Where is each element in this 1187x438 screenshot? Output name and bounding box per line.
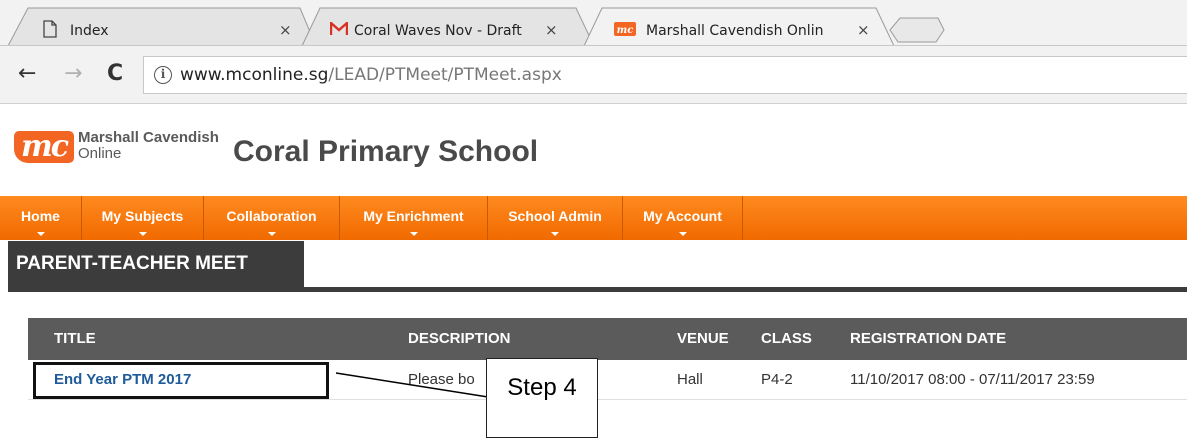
logo-line-1: Marshall Cavendish [78, 129, 219, 146]
ptm-registration-date: 11/10/2017 08:00 - 07/11/2017 23:59 [850, 371, 1095, 388]
close-icon[interactable]: × [857, 21, 870, 39]
section-divider [8, 287, 1187, 292]
nav-label: School Admin [508, 208, 602, 224]
dropdown-arrow-icon [36, 232, 45, 236]
close-icon[interactable]: × [545, 21, 558, 39]
column-header-description[interactable]: DESCRIPTION [408, 318, 511, 360]
info-icon[interactable]: i [154, 66, 172, 84]
forward-arrow-icon[interactable]: → [64, 61, 82, 86]
nav-item-collaboration[interactable]: Collaboration [204, 196, 340, 240]
browser-toolbar: ← → C i www.mconline.sg/LEAD/PTMeet/PTMe… [0, 46, 1187, 104]
dropdown-arrow-icon [138, 232, 147, 236]
close-icon[interactable]: × [279, 21, 292, 39]
browser-tab-strip: Index × Coral Waves Nov - Draft × mc Mar… [0, 0, 1187, 46]
page-title: PARENT-TEACHER MEET [8, 241, 304, 288]
table-header: TITLE DESCRIPTION VENUE CLASS REGISTRATI… [28, 318, 1187, 360]
dropdown-arrow-icon [678, 232, 687, 236]
nav-label: My Enrichment [363, 208, 464, 224]
dropdown-arrow-icon [267, 232, 276, 236]
annotation-step-label: Step 4 [486, 358, 598, 438]
back-arrow-icon[interactable]: ← [18, 61, 36, 86]
mc-logo-mark[interactable]: mc [14, 131, 74, 163]
column-header-venue[interactable]: VENUE [677, 318, 729, 360]
address-bar[interactable]: i www.mconline.sg/LEAD/PTMeet/PTMeet.asp… [143, 56, 1187, 94]
logo-line-2: Online [78, 145, 122, 162]
nav-item-my-account[interactable]: My Account [623, 196, 743, 240]
nav-item-my-subjects[interactable]: My Subjects [82, 196, 204, 240]
nav-label: Home [21, 208, 60, 224]
nav-item-my-enrichment[interactable]: My Enrichment [340, 196, 488, 240]
tab-mconline-label[interactable]: Marshall Cavendish Onlin [646, 23, 836, 39]
main-navigation: Home My Subjects Collaboration My Enrich… [0, 196, 1187, 240]
svg-text:mc: mc [617, 25, 634, 36]
reload-icon[interactable]: C [107, 61, 123, 86]
dropdown-arrow-icon [409, 232, 418, 236]
url-path: /LEAD/PTMeet/PTMeet.aspx [328, 65, 562, 85]
logo-text: Marshall Cavendish Online [78, 130, 219, 162]
nav-label: My Account [643, 208, 722, 224]
url-host: www.mconline.sg [180, 65, 329, 85]
ptm-description: Please bo [408, 371, 475, 388]
column-header-class[interactable]: CLASS [761, 318, 812, 360]
dropdown-arrow-icon [551, 232, 559, 236]
nav-item-home[interactable]: Home [0, 196, 82, 240]
nav-label: Collaboration [226, 208, 317, 224]
tab-coral-waves-label[interactable]: Coral Waves Nov - Draft [354, 23, 539, 39]
annotation-highlight-box [33, 362, 329, 399]
column-header-title[interactable]: TITLE [54, 318, 96, 360]
nav-label: My Subjects [101, 208, 184, 224]
ptm-venue: Hall [677, 371, 703, 388]
url-text[interactable]: www.mconline.sg/LEAD/PTMeet/PTMeet.aspx [180, 65, 562, 85]
column-header-registration-date[interactable]: REGISTRATION DATE [850, 318, 1006, 360]
ptm-class: P4-2 [761, 371, 793, 388]
tab-index-label[interactable]: Index [70, 23, 270, 39]
school-name: Coral Primary School [233, 135, 539, 168]
nav-item-school-admin[interactable]: School Admin [488, 196, 623, 240]
